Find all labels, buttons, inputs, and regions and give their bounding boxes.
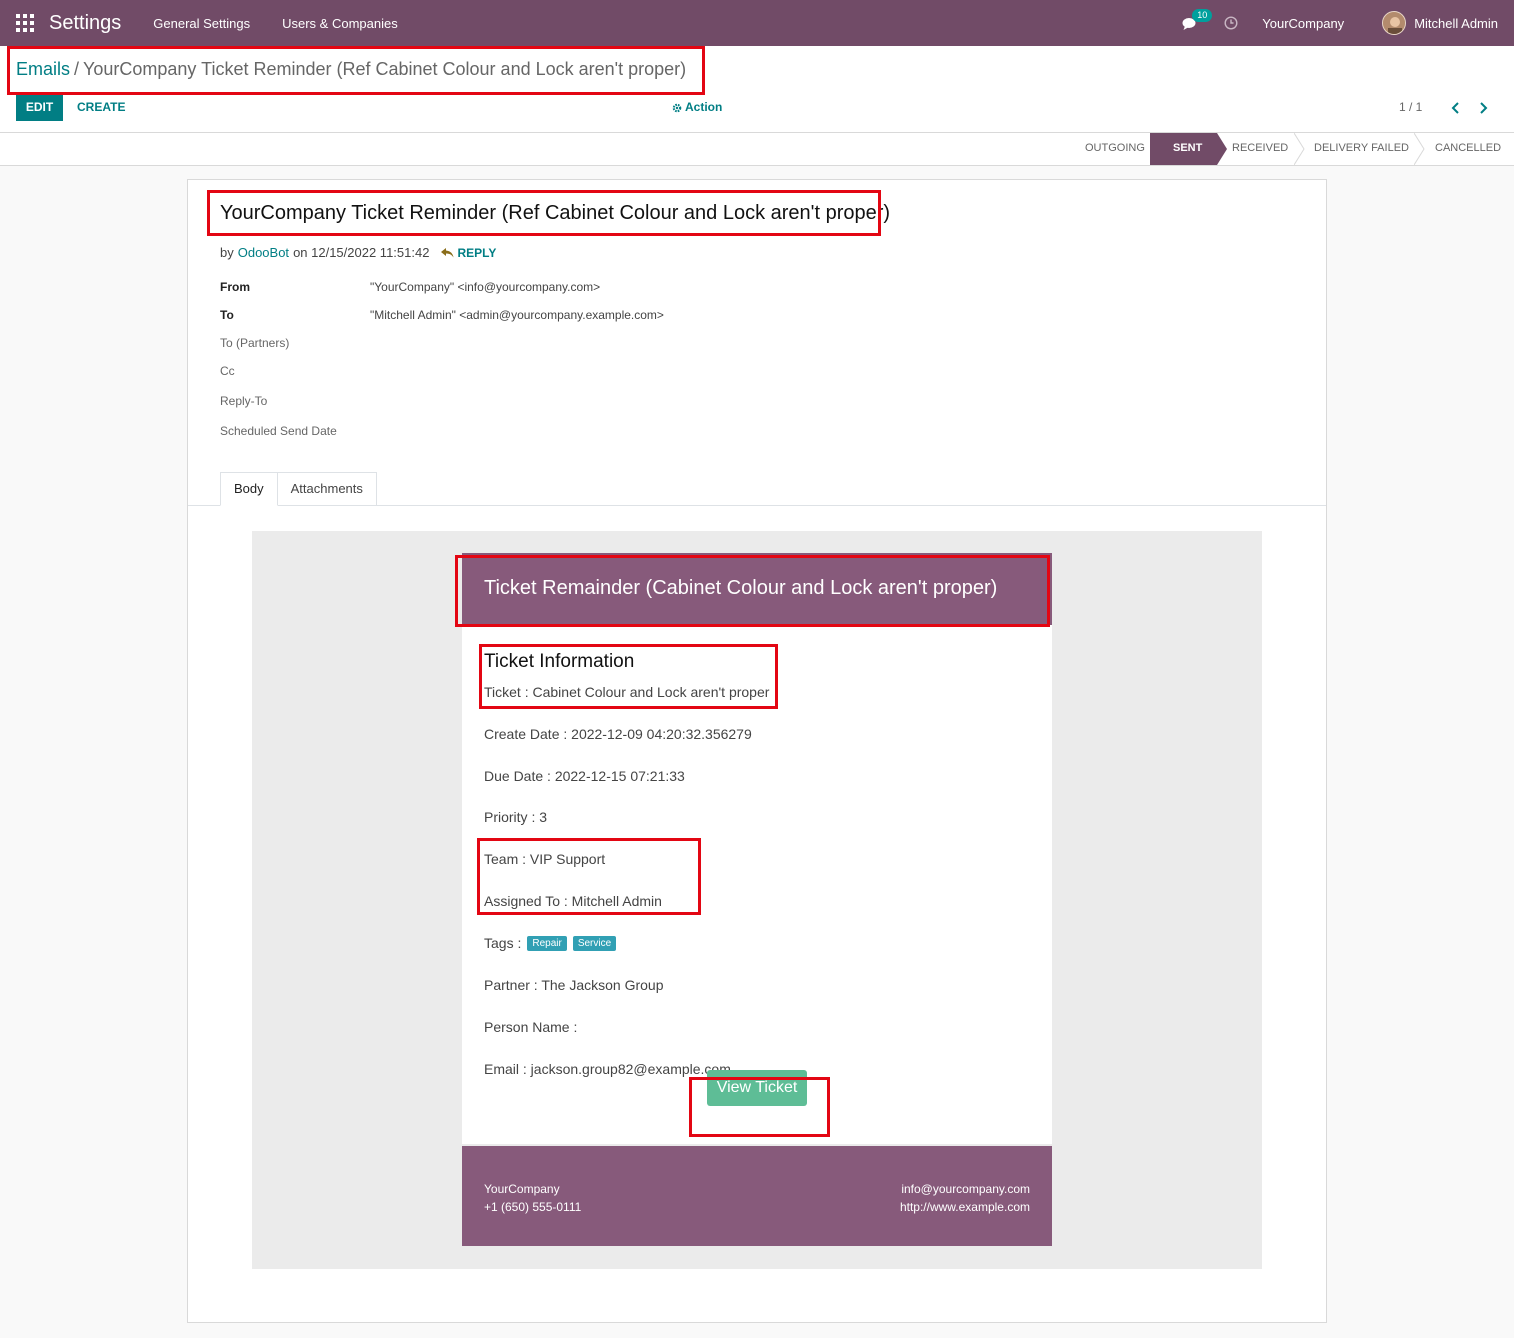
breadcrumb-separator: / <box>74 59 80 79</box>
cc-label: Cc <box>220 364 235 378</box>
reply-to-label: Reply-To <box>220 394 268 408</box>
stage-cancelled[interactable]: CANCELLED <box>1435 133 1501 165</box>
stage-separator <box>1217 133 1227 165</box>
reply-icon <box>441 247 454 257</box>
customer-email: Email : jackson.group82@example.com <box>484 1061 731 1077</box>
footer-email[interactable]: info@yourcompany.com <box>900 1180 1030 1198</box>
control-panel: Emails / YourCompany Ticket Reminder (Ref … <box>0 46 1514 133</box>
menu-users-companies[interactable]: Users & Companies <box>282 16 398 31</box>
user-menu[interactable]: Mitchell Admin <box>1414 16 1498 31</box>
email-footer: YourCompany +1 (650) 555-0111 info@yourc… <box>462 1146 1052 1246</box>
notebook-tabs: Body Attachments <box>220 472 377 506</box>
breadcrumb-emails-link[interactable]: Emails <box>16 59 70 79</box>
assigned-to: Assigned To : Mitchell Admin <box>484 893 662 909</box>
form-sheet: YourCompany Ticket Reminder (Ref Cabinet… <box>187 179 1327 1323</box>
action-dropdown[interactable]: Action <box>672 94 722 121</box>
to-label: To <box>220 308 234 322</box>
pager-next-icon[interactable] <box>1476 101 1490 115</box>
view-ticket-button[interactable]: View Ticket <box>707 1070 807 1106</box>
byline-date: on 12/15/2022 11:51:42 <box>293 245 430 260</box>
pager-value[interactable]: 1 / 1 <box>1399 94 1422 121</box>
tags-row: Tags : Repair Service <box>484 935 617 951</box>
status-bar: OUTGOING SENT RECEIVED DELIVERY FAILED C… <box>0 133 1514 166</box>
pager-previous-icon[interactable] <box>1449 101 1463 115</box>
gear-icon <box>672 103 682 112</box>
stage-received[interactable]: RECEIVED <box>1232 133 1288 165</box>
stage-outgoing[interactable]: OUTGOING <box>1085 133 1145 165</box>
stage-sent[interactable]: SENT <box>1150 133 1217 165</box>
email-content: Ticket Information Ticket : Cabinet Colo… <box>462 625 1052 1144</box>
footer-website[interactable]: http://www.example.com <box>900 1198 1030 1216</box>
to-partners-label: To (Partners) <box>220 336 290 350</box>
company-switcher[interactable]: YourCompany <box>1262 16 1344 31</box>
footer-phone: +1 (650) 555-0111 <box>484 1200 582 1214</box>
stage-delivery-failed[interactable]: DELIVERY FAILED <box>1314 133 1409 165</box>
activity-clock-icon[interactable] <box>1224 16 1238 30</box>
user-avatar[interactable] <box>1382 11 1407 35</box>
tab-attachments[interactable]: Attachments <box>277 472 377 506</box>
menu-general-settings[interactable]: General Settings <box>153 16 250 31</box>
author-link[interactable]: OdooBot <box>238 245 289 260</box>
stage-separator <box>1414 133 1425 165</box>
byline-prefix: by <box>220 245 234 260</box>
to-value[interactable]: "Mitchell Admin" <admin@yourcompany.exam… <box>370 308 664 322</box>
email-header-title: Ticket Remainder (Cabinet Colour and Loc… <box>462 553 1052 625</box>
create-button[interactable]: CREATE <box>77 94 125 121</box>
email-body-preview: Ticket Remainder (Cabinet Colour and Loc… <box>252 531 1262 1269</box>
tab-body[interactable]: Body <box>220 472 278 506</box>
partner: Partner : The Jackson Group <box>484 977 664 993</box>
priority: Priority : 3 <box>484 809 548 825</box>
email-subject: YourCompany Ticket Reminder (Ref Cabinet… <box>220 202 891 224</box>
tags-label: Tags : <box>484 935 522 951</box>
stage-separator <box>1294 133 1305 165</box>
team: Team : VIP Support <box>484 851 606 867</box>
reply-button[interactable]: REPLY <box>441 246 496 260</box>
from-label: From <box>220 280 250 294</box>
top-navbar: Settings General Settings Users & Compan… <box>0 0 1514 46</box>
email-card: Ticket Remainder (Cabinet Colour and Loc… <box>462 553 1052 1246</box>
reply-label: REPLY <box>457 245 497 260</box>
scheduled-send-date-label: Scheduled Send Date <box>220 424 337 438</box>
person-name: Person Name : <box>484 1019 578 1035</box>
breadcrumb: Emails / YourCompany Ticket Reminder (Ref … <box>16 59 686 80</box>
tag-badge: Repair <box>527 935 567 951</box>
email-byline: by OdooBot on 12/15/2022 11:51:42 REPLY <box>220 245 496 260</box>
chat-count-badge: 10 <box>1192 9 1213 22</box>
app-name[interactable]: Settings <box>49 12 121 35</box>
apps-menu-icon[interactable] <box>16 14 34 32</box>
ticket-information-title: Ticket Information <box>484 651 635 672</box>
messaging-menu[interactable]: 10 <box>1180 9 1213 33</box>
action-label: Action <box>685 100 723 114</box>
due-date: Due Date : 2022-12-15 07:21:33 <box>484 768 685 784</box>
edit-button[interactable]: EDIT <box>16 94 63 121</box>
footer-company: YourCompany <box>484 1182 560 1196</box>
from-value[interactable]: "YourCompany" <info@yourcompany.com> <box>370 280 600 294</box>
tag-badge: Service <box>572 935 617 951</box>
breadcrumb-current: YourCompany Ticket Reminder (Ref Cabinet… <box>83 59 687 79</box>
ticket-name: Ticket : Cabinet Colour and Lock aren't … <box>484 684 770 700</box>
create-date: Create Date : 2022-12-09 04:20:32.356279 <box>484 726 752 742</box>
